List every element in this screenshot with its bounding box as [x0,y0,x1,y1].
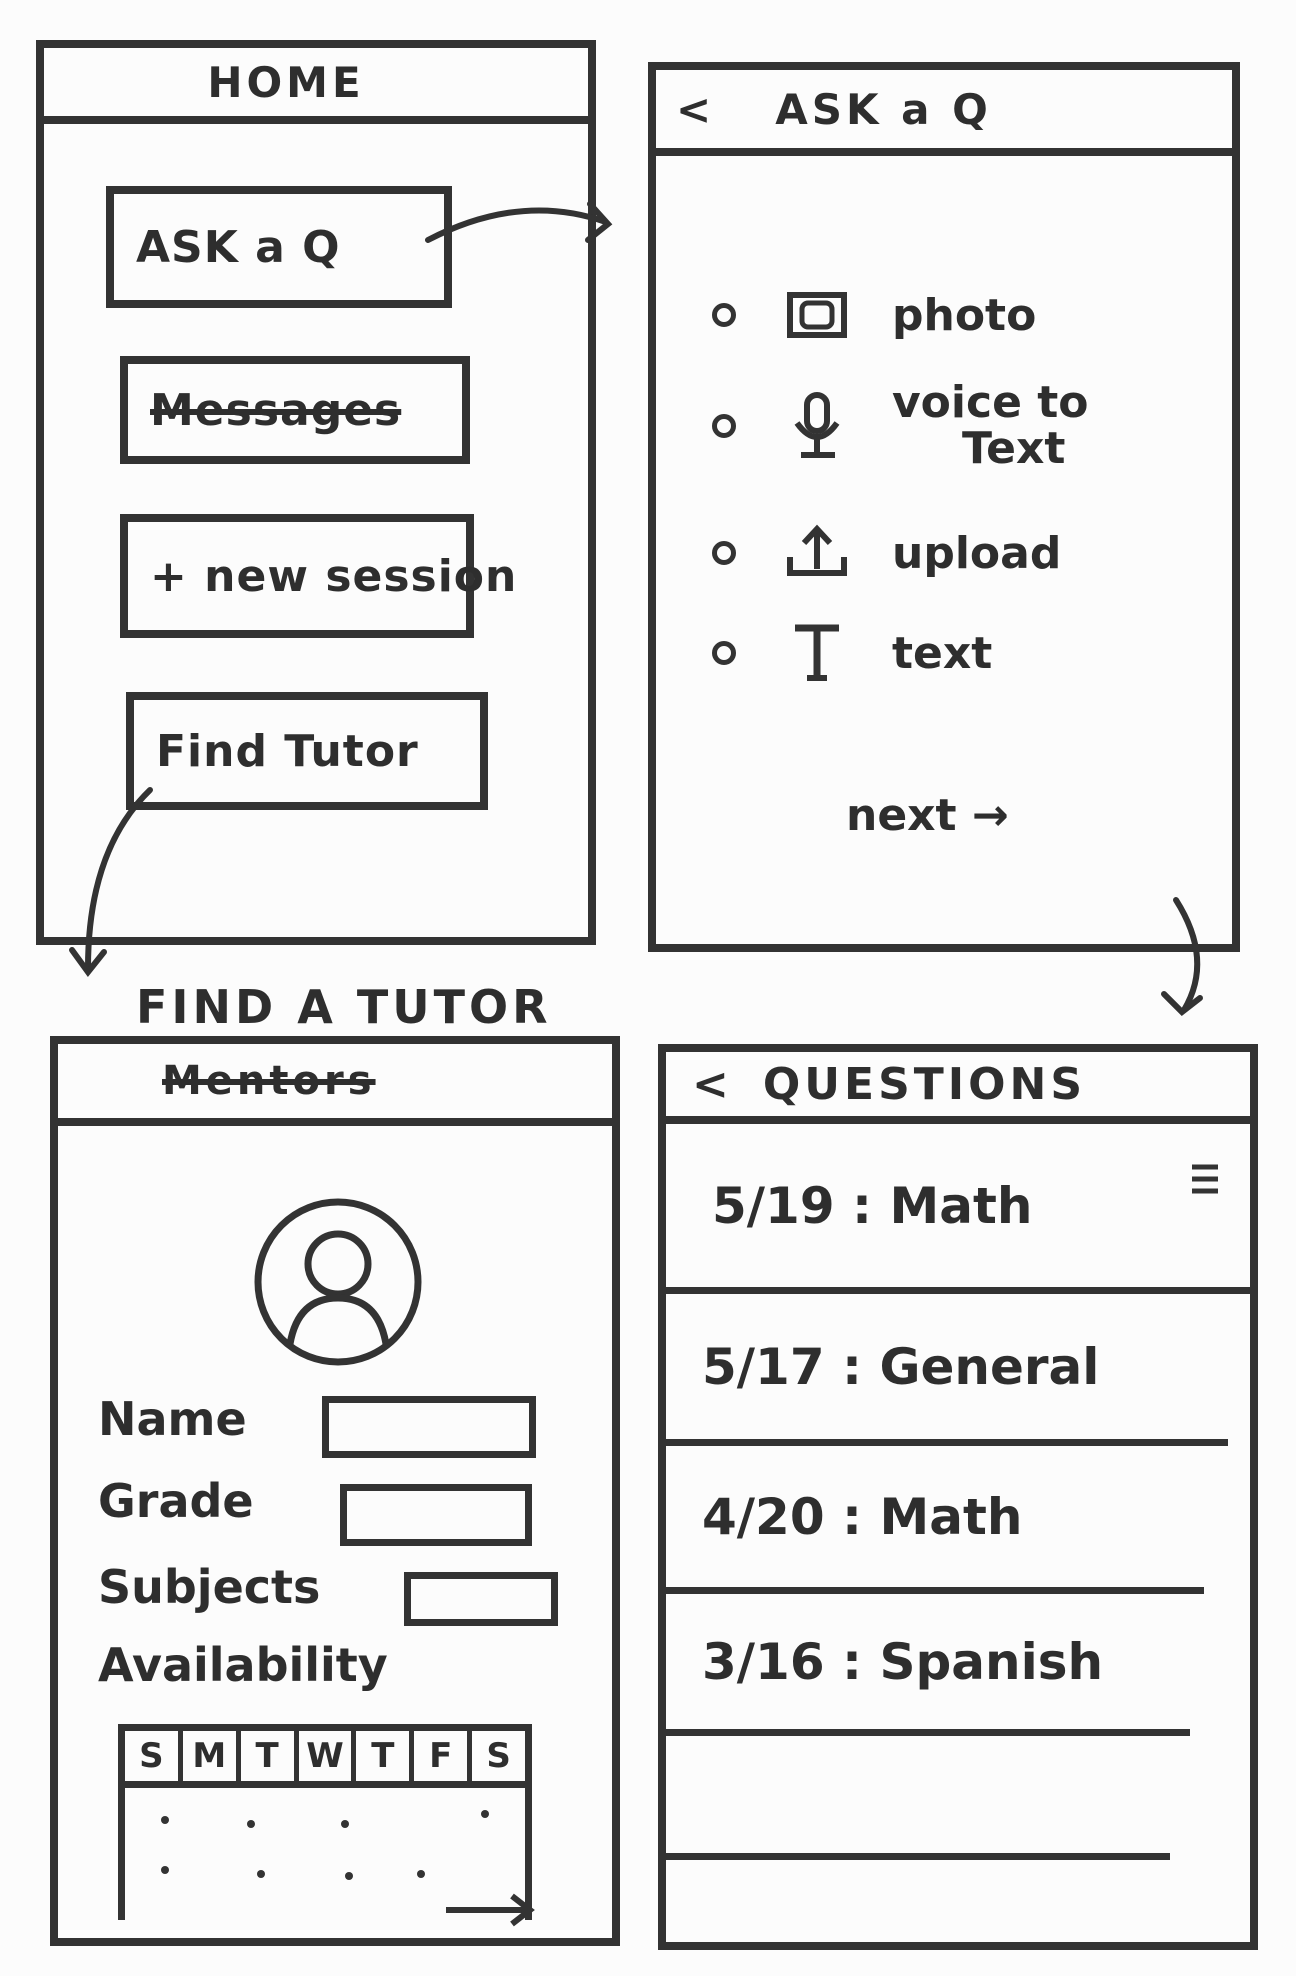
question-item-empty [666,1736,1170,1860]
next-button[interactable]: next → [846,790,1009,841]
availability-label: Availability [98,1638,388,1692]
option-label: upload [892,527,1062,579]
slot-dot[interactable] [257,1870,265,1878]
slot-dot[interactable] [341,1820,349,1828]
option-label: photo [892,289,1037,341]
radio-bullet[interactable] [712,303,736,327]
upload-icon [782,518,852,588]
question-item[interactable]: 5/19 : Math [666,1124,1250,1294]
option-upload[interactable]: upload [712,518,1061,588]
home-header: HOME [44,48,588,124]
question-item[interactable]: 5/17 : General [666,1294,1228,1446]
day-tuesday[interactable]: T [241,1731,299,1781]
home-screen: HOME ASK a Q Messages + new session Find… [36,40,596,945]
day-wednesday[interactable]: W [299,1731,357,1781]
grade-field[interactable] [340,1484,532,1546]
option-voice-to-text[interactable]: voice to Text [712,377,1089,475]
slot-dot[interactable] [161,1866,169,1874]
ask-header: < ASK a Q [656,70,1232,156]
radio-bullet[interactable] [712,641,736,665]
questions-title: QUESTIONS [762,1058,1087,1110]
new-session-button[interactable]: + new session [120,514,516,638]
question-item[interactable]: 3/16 : Spanish [666,1594,1190,1736]
option-photo[interactable]: photo [712,280,1036,350]
camera-icon [782,280,852,350]
radio-bullet[interactable] [712,541,736,565]
ask-title: ASK a Q [775,84,992,134]
questions-header: < QUESTIONS [666,1052,1250,1124]
ask-question-button[interactable]: ASK a Q [106,186,452,308]
day-friday[interactable]: F [414,1731,473,1781]
slot-dot[interactable] [417,1870,425,1878]
forward-arrow-icon[interactable] [442,1890,538,1930]
name-label: Name [98,1392,247,1446]
avatar [250,1194,426,1370]
subjects-field[interactable] [404,1572,558,1626]
text-icon [782,618,852,688]
home-title: HOME [207,57,365,107]
slot-dot[interactable] [161,1816,169,1824]
back-button[interactable]: < [692,1059,733,1110]
slot-dot[interactable] [481,1810,489,1818]
microphone-icon [782,391,852,461]
find-tutor-screen: Mentors Name Grade Subjects Availability… [50,1036,620,1946]
grade-label: Grade [98,1474,254,1528]
option-text[interactable]: text [712,618,992,688]
mentors-header: Mentors [58,1044,612,1126]
mentors-title: Mentors [162,1058,376,1104]
find-tutor-caption: FIND A TUTOR [136,980,552,1034]
back-button[interactable]: < [676,85,715,134]
hamburger-menu-icon[interactable] [1188,1162,1222,1196]
ask-question-screen: < ASK a Q photo voice to Text upload tex… [648,62,1240,952]
questions-screen: < QUESTIONS 5/19 : Math 5/17 : General 4… [658,1044,1258,1950]
day-sunday[interactable]: S [125,1731,183,1781]
slot-dot[interactable] [247,1820,255,1828]
calendar-days: S M T W T F S [125,1724,525,1788]
option-label: voice to [892,377,1089,428]
subjects-label: Subjects [98,1560,321,1614]
day-thursday[interactable]: T [356,1731,415,1781]
name-field[interactable] [322,1396,536,1458]
day-saturday[interactable]: S [472,1731,525,1781]
slot-dot[interactable] [345,1872,353,1880]
find-tutor-button[interactable]: Find Tutor [126,692,488,810]
option-label: text [892,627,993,679]
day-monday[interactable]: M [183,1731,241,1781]
option-label-line2: Text [962,423,1066,475]
question-item[interactable]: 4/20 : Math [666,1446,1204,1594]
radio-bullet[interactable] [712,414,736,439]
messages-button[interactable]: Messages [120,356,470,464]
